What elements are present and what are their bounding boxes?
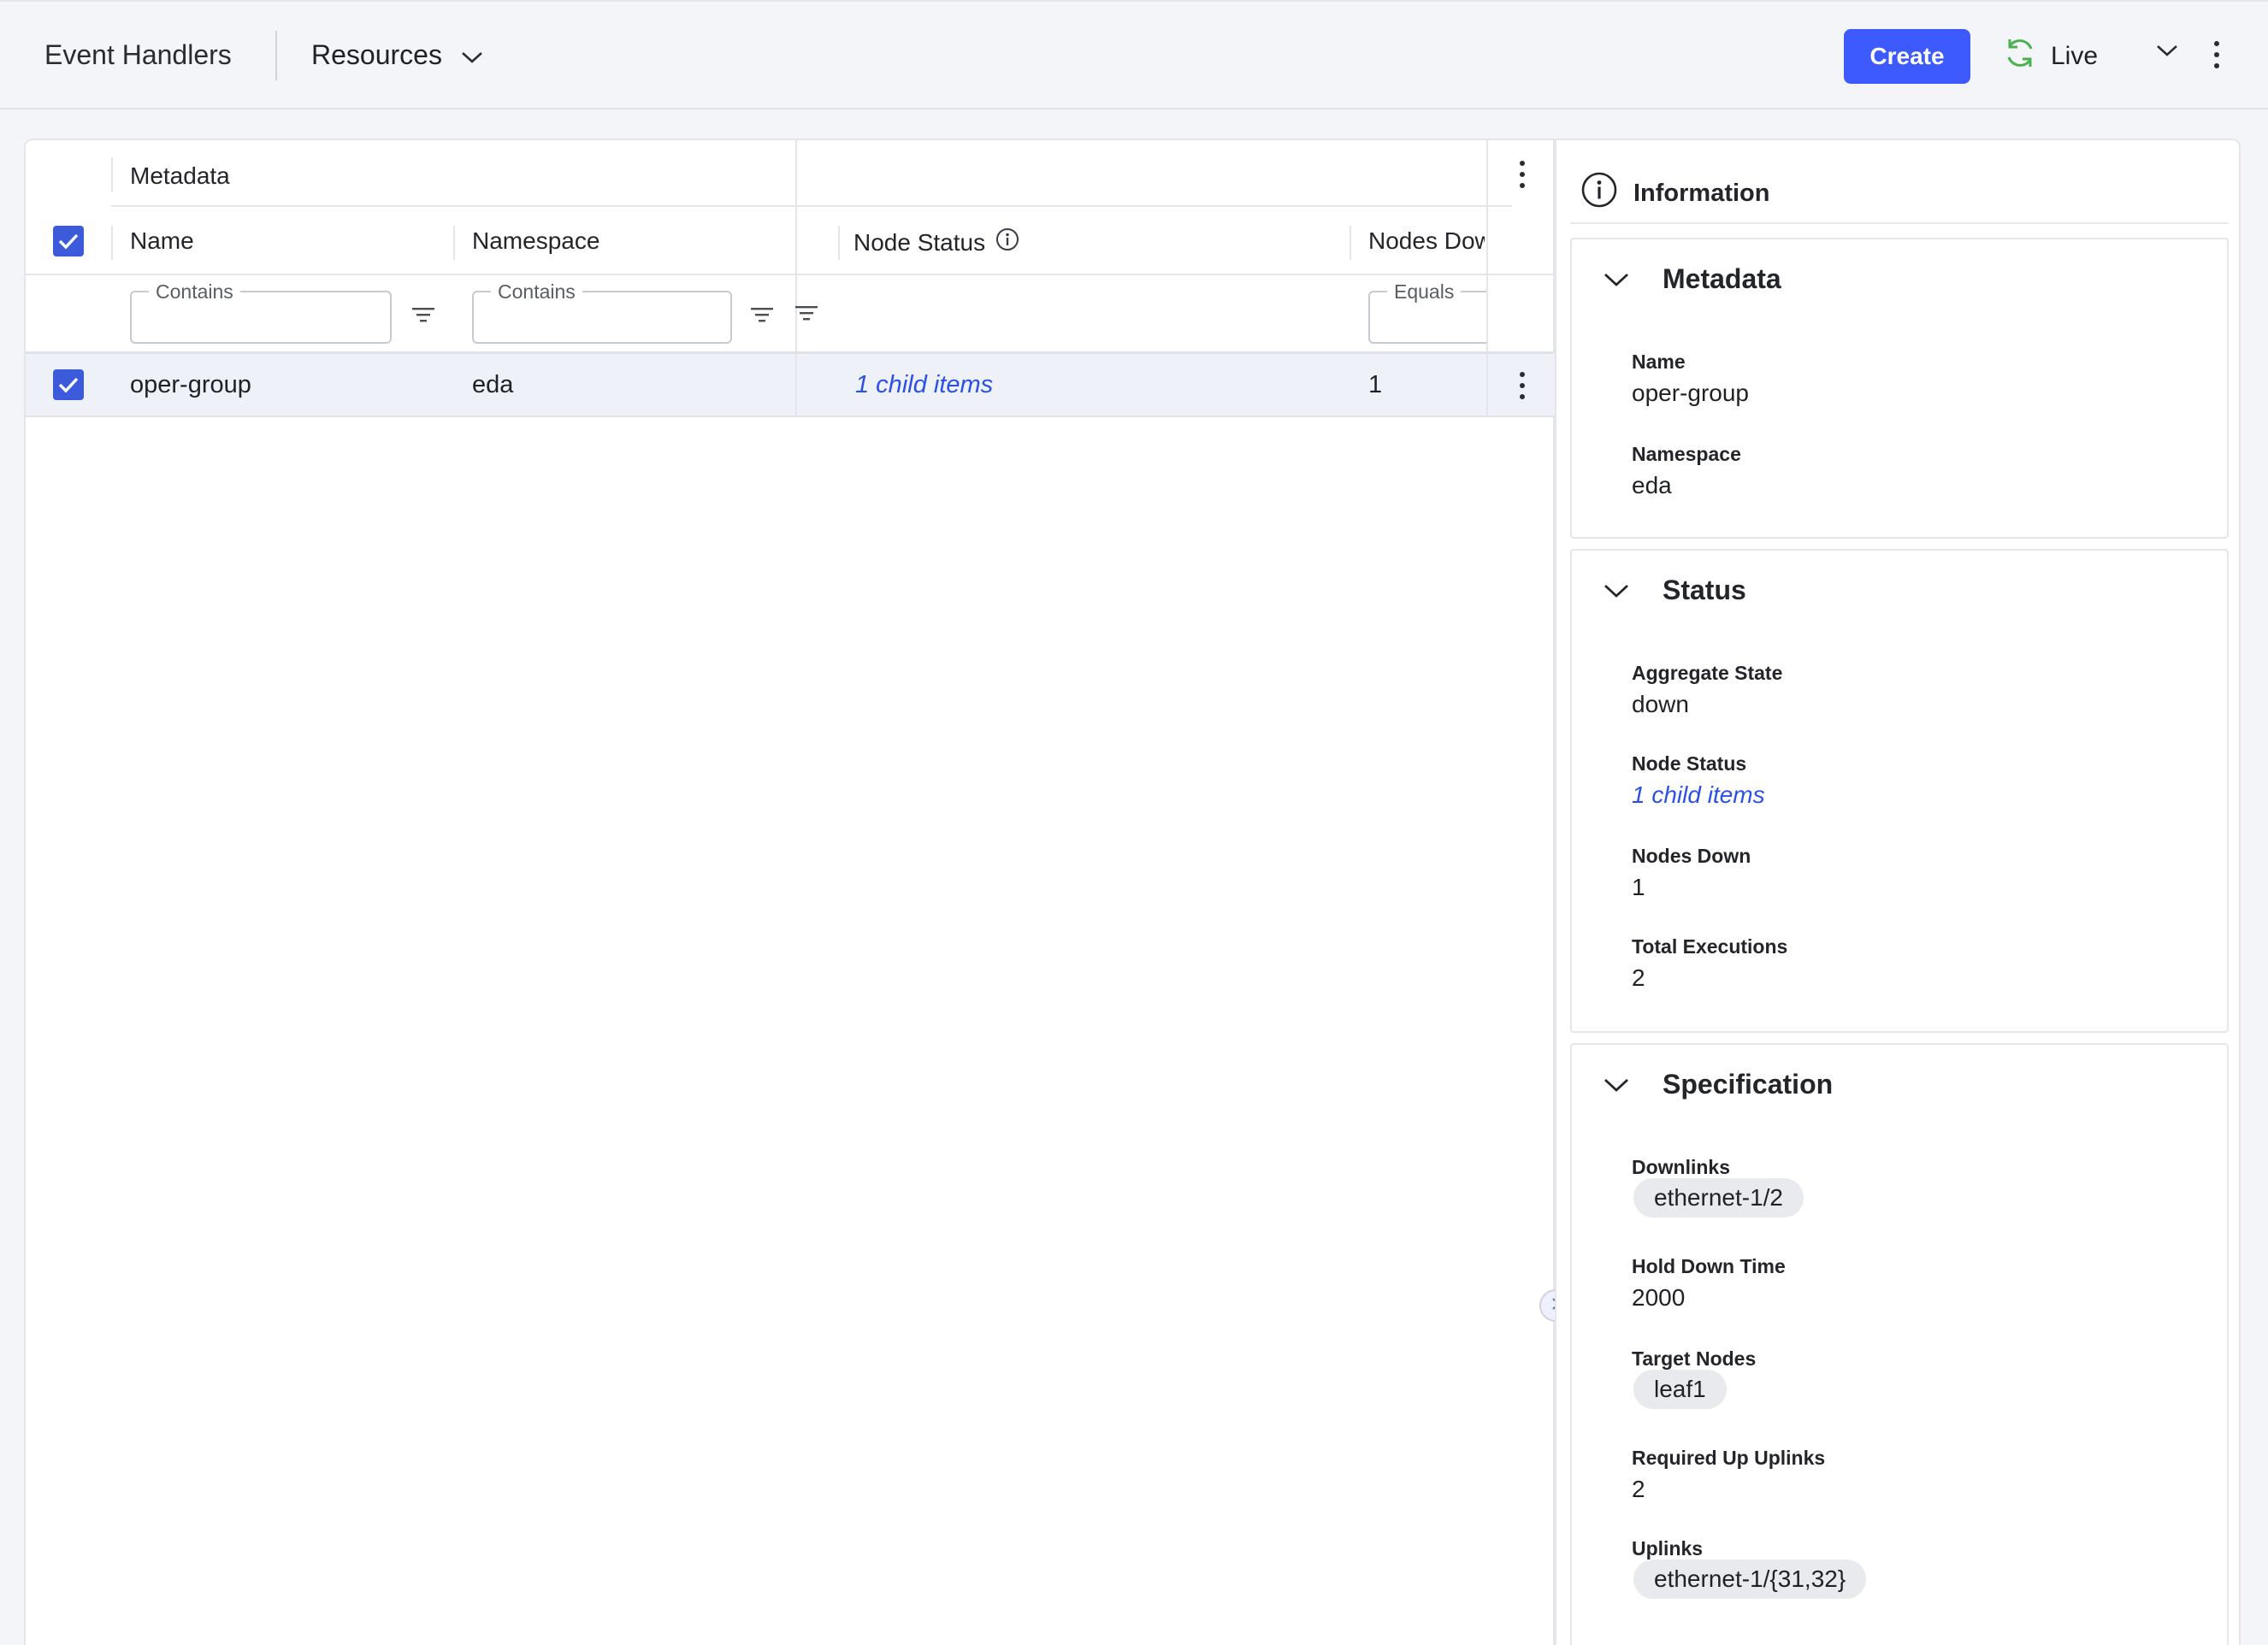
chevron-down-icon <box>1603 263 1630 295</box>
actions-column <box>1486 140 1555 417</box>
name-filter-legend: Contains <box>149 280 240 304</box>
field-value-total-executions: 2 <box>1632 964 1645 991</box>
namespace-filter-input[interactable]: Contains <box>472 280 732 344</box>
field-label-target-nodes: Target Nodes <box>1632 1347 1757 1370</box>
cell-node-status-link[interactable]: 1 child items <box>855 371 993 399</box>
information-title: Information <box>1633 179 1770 207</box>
status-section: Status Aggregate State down Node Status … <box>1570 549 2229 1033</box>
status-section-title: Status <box>1663 575 1746 605</box>
field-value-aggregate-state: down <box>1632 691 1689 717</box>
node-status-header-label: Node Status <box>853 228 986 256</box>
specification-section: Specification Downlinks ethernet-1/2 Hol… <box>1570 1043 2229 1645</box>
column-group-metadata: Metadata <box>130 162 230 189</box>
metadata-section-title: Metadata <box>1663 263 1781 294</box>
field-label-required-up-uplinks: Required Up Uplinks <box>1632 1447 1826 1469</box>
filter-icon[interactable] <box>794 303 819 327</box>
column-header-node-status[interactable]: Node Status <box>853 227 1019 257</box>
field-value-node-status-link[interactable]: 1 child items <box>1632 781 1765 809</box>
chevron-down-icon <box>1603 575 1630 606</box>
field-value-name: oper-group <box>1632 380 1749 406</box>
field-label-name: Name <box>1632 351 1686 373</box>
specification-section-toggle[interactable]: Specification <box>1603 1069 1833 1100</box>
name-filter-input[interactable]: Contains <box>130 280 392 344</box>
field-label-aggregate-state: Aggregate State <box>1632 662 1783 684</box>
column-divider <box>795 354 797 417</box>
filter-icon[interactable] <box>749 304 775 329</box>
nodes-down-filter-input[interactable]: Equals <box>1368 280 1486 344</box>
namespace-filter-legend: Contains <box>491 280 582 304</box>
field-value-namespace: eda <box>1632 472 1672 498</box>
field-label-total-executions: Total Executions <box>1632 935 1788 958</box>
resources-label: Resources <box>311 39 442 70</box>
page-title: Event Handlers <box>44 39 232 70</box>
nodes-down-filter-legend: Equals <box>1387 280 1462 304</box>
specification-section-title: Specification <box>1663 1069 1834 1100</box>
info-icon[interactable] <box>995 227 1019 257</box>
column-header-nodes-down[interactable]: Nodes Dow <box>1368 227 1485 255</box>
field-label-hold-down-time: Hold Down Time <box>1632 1255 1786 1277</box>
create-button[interactable]: Create <box>1844 29 1970 84</box>
row-menu-icon[interactable] <box>1517 370 1527 405</box>
column-menu-icon[interactable] <box>1517 159 1527 194</box>
information-header: Information <box>1580 171 1770 215</box>
table-row[interactable]: oper-group eda 1 child items 1 <box>26 354 1553 417</box>
live-label: Live <box>2051 42 2099 70</box>
live-toggle[interactable]: Live <box>2003 36 2098 77</box>
info-icon <box>1580 171 1618 215</box>
group-underline <box>111 205 807 207</box>
field-label-downlinks: Downlinks <box>1632 1156 1731 1178</box>
field-label-nodes-down: Nodes Down <box>1632 845 1751 867</box>
chevron-down-icon <box>1603 1069 1630 1100</box>
field-value-hold-down-time: 2000 <box>1632 1284 1686 1311</box>
uplink-chip: ethernet-1/{31,32} <box>1633 1560 1867 1599</box>
more-options-icon[interactable] <box>2212 39 2222 74</box>
target-node-chip: leaf1 <box>1633 1370 1727 1409</box>
field-label-uplinks: Uplinks <box>1632 1537 1704 1560</box>
cell-name: oper-group <box>130 371 251 398</box>
cell-nodes-down: 1 <box>1368 371 1383 398</box>
information-divider <box>1570 222 2229 224</box>
column-header-namespace[interactable]: Namespace <box>472 227 599 255</box>
table-header-row: Name Namespace Node Status Nodes Dow <box>26 209 1553 275</box>
field-label-namespace: Namespace <box>1632 443 1741 465</box>
row-checkbox[interactable] <box>53 369 84 400</box>
metadata-section: Metadata Name oper-group Namespace eda <box>1570 238 2229 539</box>
downlink-chip: ethernet-1/2 <box>1633 1178 1804 1218</box>
metadata-section-toggle[interactable]: Metadata <box>1603 263 1781 295</box>
group-underline <box>799 205 1512 207</box>
field-value-nodes-down: 1 <box>1632 874 1645 900</box>
status-section-toggle[interactable]: Status <box>1603 575 1746 606</box>
field-label-node-status: Node Status <box>1632 752 1747 775</box>
refresh-icon <box>2003 36 2037 77</box>
row-actions-cell <box>1488 354 1555 417</box>
filter-icon[interactable] <box>410 304 436 329</box>
select-all-checkbox[interactable] <box>53 226 84 256</box>
column-group-row: Metadata <box>26 140 1553 209</box>
top-bar: Event Handlers Resources Create Live <box>0 0 2268 109</box>
chevron-down-icon <box>461 39 483 71</box>
resources-dropdown[interactable]: Resources <box>311 39 483 71</box>
column-header-name[interactable]: Name <box>130 227 194 255</box>
header-divider <box>275 31 277 80</box>
column-divider <box>111 157 113 192</box>
cell-namespace: eda <box>472 371 514 398</box>
information-panel: Information Metadata Name oper-group Nam… <box>1555 139 2241 1645</box>
event-handlers-table: Metadata Name Namespace Node Status Node… <box>24 139 1555 1645</box>
field-value-required-up-uplinks: 2 <box>1632 1476 1645 1502</box>
chevron-down-icon[interactable] <box>2155 43 2179 62</box>
